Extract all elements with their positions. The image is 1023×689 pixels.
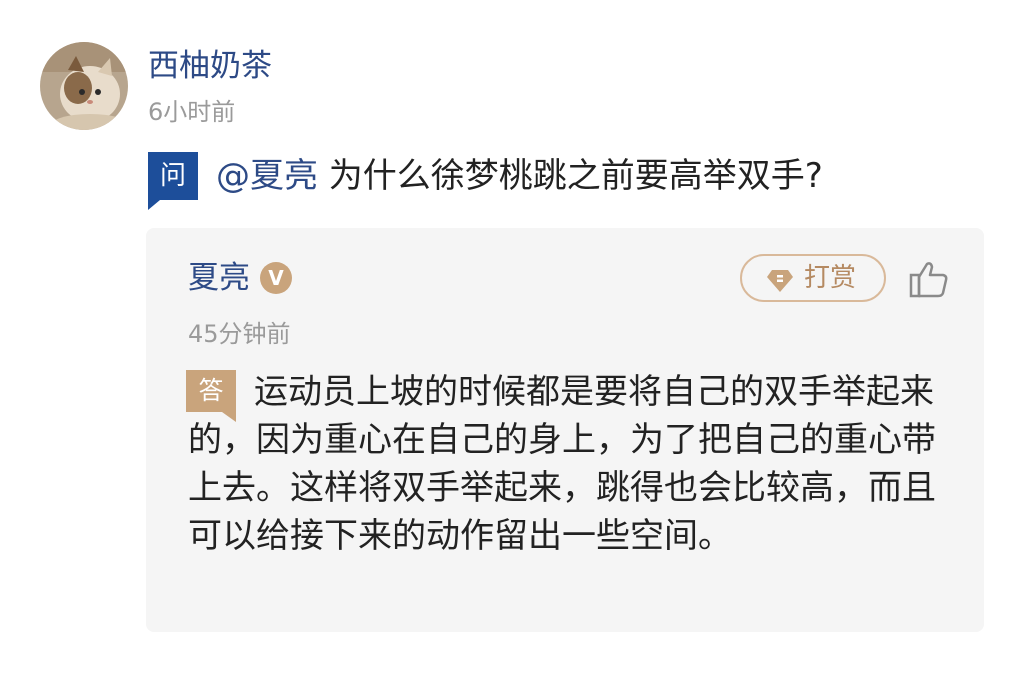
verified-badge-icon: V	[260, 262, 292, 294]
question-badge-tail	[148, 200, 160, 210]
mention-link[interactable]: @夏亮	[216, 156, 318, 196]
tip-label: 打赏	[804, 263, 857, 293]
gem-icon	[767, 270, 793, 292]
question-badge: 问	[148, 152, 198, 200]
asker-timestamp: 6小时前	[148, 98, 236, 126]
asker-avatar[interactable]	[40, 42, 128, 130]
tip-button[interactable]: 打赏	[740, 254, 886, 302]
asker-name[interactable]: 西柚奶茶	[148, 44, 272, 88]
question: 问 @夏亮 为什么徐梦桃跳之前要高举双手?	[148, 152, 988, 210]
answer-timestamp: 45分钟前	[188, 320, 291, 348]
like-button[interactable]	[908, 258, 950, 300]
question-text: @夏亮 为什么徐梦桃跳之前要高举双手?	[216, 152, 823, 200]
answer-card: 夏亮 V 打赏 45分钟前 答 运动员上坡的时候都是要将自己的双手举起来的，因为…	[146, 228, 984, 632]
answerer-name[interactable]: 夏亮	[188, 256, 250, 300]
question-body: 为什么徐梦桃跳之前要高举双手?	[318, 156, 823, 196]
thumbs-up-icon	[909, 262, 948, 298]
answer-text: 运动员上坡的时候都是要将自己的双手举起来的，因为重心在自己的身上，为了把自己的重…	[188, 372, 936, 556]
